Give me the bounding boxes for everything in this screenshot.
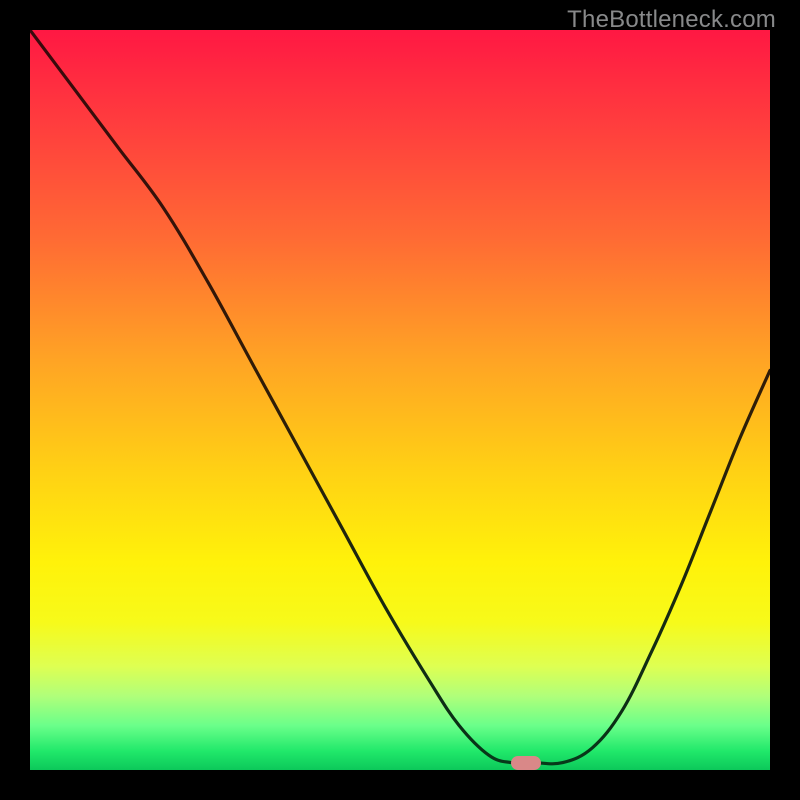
chart-frame: TheBottleneck.com xyxy=(0,0,800,800)
optimal-marker xyxy=(511,756,541,770)
plot-area xyxy=(30,30,770,770)
watermark-text: TheBottleneck.com xyxy=(567,6,776,34)
bottleneck-curve xyxy=(30,30,770,770)
